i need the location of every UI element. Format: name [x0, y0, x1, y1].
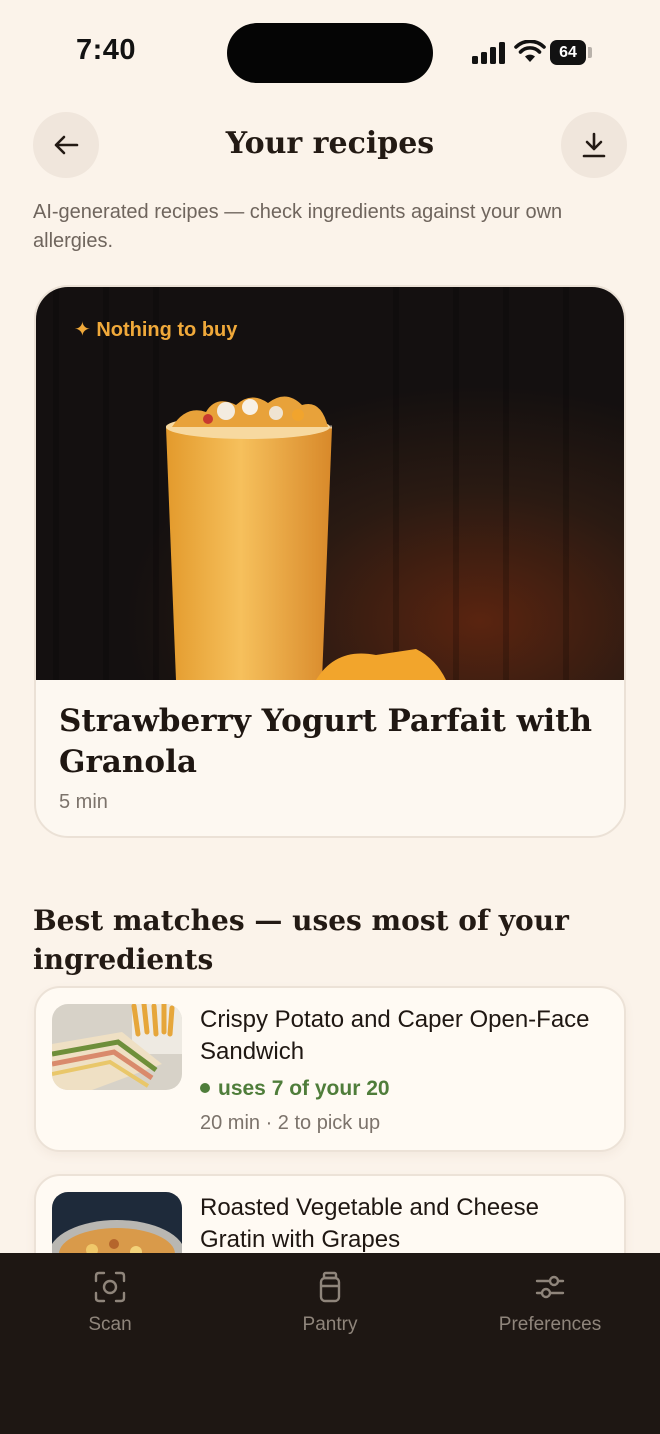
status-time: 7:40	[76, 34, 137, 66]
featured-recipe-time: 5 min	[59, 791, 108, 813]
cellular-signal-icon	[472, 42, 506, 64]
scan-icon	[94, 1271, 126, 1303]
battery-icon: 64	[550, 40, 586, 65]
tab-scan-label: Scan	[88, 1314, 132, 1335]
download-button[interactable]	[561, 112, 627, 178]
recipe-title: Crispy Potato and Caper Open-Face Sandwi…	[200, 1006, 590, 1065]
wifi-icon	[514, 40, 546, 62]
recipe-card[interactable]: Crispy Potato and Caper Open-Face Sandwi…	[34, 986, 626, 1152]
tab-preferences-label: Preferences	[498, 1314, 602, 1335]
jar-icon	[319, 1271, 341, 1303]
recipe-title: Roasted Vegetable and Cheese Gratin with…	[200, 1194, 539, 1253]
recipes-screen: 7:40 64 Your recipes AI-generated recipe…	[0, 0, 660, 1434]
dynamic-island	[227, 23, 433, 83]
tab-preferences[interactable]: Preferences	[470, 1270, 630, 1336]
sliders-icon	[535, 1275, 565, 1299]
ingredient-match: uses 7 of your 20	[200, 1077, 390, 1101]
featured-recipe-image	[36, 287, 624, 680]
featured-recipe-title: Strawberry Yogurt Parfait with Granola	[59, 703, 592, 780]
featured-recipe-card[interactable]: ✦ Nothing to buy Strawberry Yogurt Parfa…	[34, 285, 626, 838]
recipe-thumbnail	[52, 1004, 182, 1090]
best-matches-heading: Best matches — uses most of your ingredi…	[33, 904, 569, 976]
nothing-to-buy-badge: ✦ Nothing to buy	[74, 319, 238, 341]
match-dot-icon	[200, 1083, 210, 1093]
ingredient-match-label: uses 7 of your 20	[218, 1077, 390, 1100]
tab-pantry[interactable]: Pantry	[250, 1270, 410, 1336]
download-icon	[582, 132, 606, 158]
recipe-meta: 20 min · 2 to pick up	[200, 1112, 381, 1134]
ai-disclaimer: AI-generated recipes — check ingredients…	[33, 201, 563, 252]
tab-pantry-label: Pantry	[302, 1314, 358, 1335]
tab-scan[interactable]: Scan	[30, 1270, 190, 1336]
battery-tip	[588, 47, 592, 58]
